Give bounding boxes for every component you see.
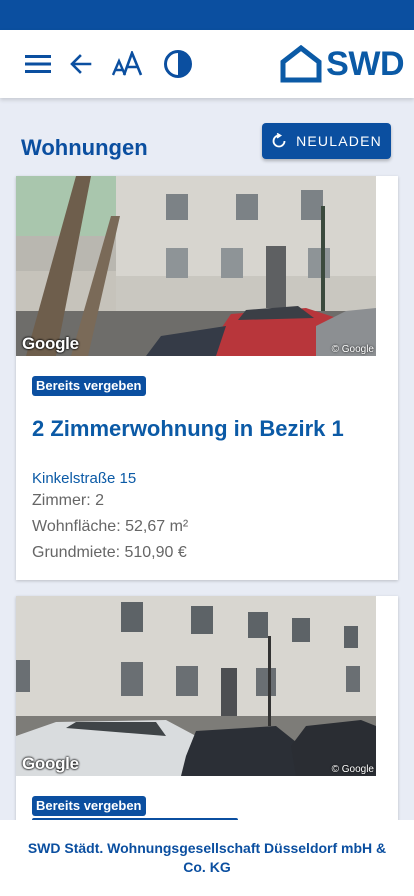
- house-logo-icon: [280, 45, 322, 83]
- text-size-icon[interactable]: [110, 30, 144, 98]
- contrast-icon[interactable]: [162, 30, 194, 98]
- google-copyright: © Google: [331, 764, 374, 775]
- listing-card[interactable]: Google © Google Bereits vergeben: [16, 596, 398, 856]
- footer: SWD Städt. Wohnungsgesellschaft Düsseldo…: [0, 820, 414, 896]
- reload-button[interactable]: NEULADEN: [262, 123, 391, 159]
- google-watermark: Google: [22, 754, 79, 773]
- logo-text: SWD: [326, 45, 404, 83]
- listing-area: Wohnfläche: 52,67 m²: [32, 518, 189, 535]
- refresh-icon: [272, 133, 286, 148]
- listing-rent: Grundmiete: 510,90 €: [32, 544, 187, 561]
- status-bar: [0, 0, 414, 30]
- street-view-photo: Google © Google: [16, 596, 376, 776]
- page-title: Wohnungen: [21, 135, 148, 160]
- arrow-left-icon[interactable]: [68, 30, 94, 98]
- google-copyright: © Google: [331, 344, 374, 355]
- app-bar: SWD: [0, 30, 414, 98]
- status-badge: Bereits vergeben: [32, 796, 146, 816]
- google-watermark: Google: [22, 334, 79, 353]
- reload-label: NEULADEN: [296, 133, 382, 149]
- listing-card[interactable]: Google © Google Bereits vergeben 2 Zimme…: [16, 176, 398, 580]
- swd-logo[interactable]: SWD: [280, 44, 404, 84]
- footer-company: SWD Städt. Wohnungsgesellschaft Düsseldo…: [27, 840, 387, 875]
- listing-rooms: Zimmer: 2: [32, 492, 104, 509]
- listing-street: Kinkelstraße 15: [32, 470, 137, 487]
- listing-title[interactable]: 2 Zimmerwohnung in Bezirk 1: [32, 416, 344, 442]
- street-view-photo: Google © Google: [16, 176, 376, 356]
- status-badge: Bereits vergeben: [32, 376, 146, 396]
- menu-icon[interactable]: [22, 30, 54, 98]
